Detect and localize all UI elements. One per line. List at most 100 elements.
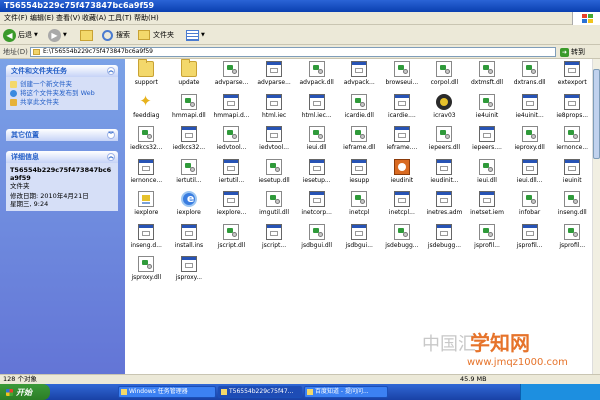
- file-item[interactable]: inetres.adm: [423, 189, 466, 222]
- file-item[interactable]: advparse...: [210, 59, 253, 92]
- file-item[interactable]: jsprofil...: [551, 222, 594, 255]
- file-item[interactable]: jscript...: [253, 222, 296, 255]
- file-item[interactable]: icardie....: [381, 92, 424, 125]
- file-item[interactable]: dxtmsft.dll: [466, 59, 509, 92]
- file-item[interactable]: iedkcs32...: [168, 124, 211, 157]
- address-input[interactable]: E:\T56554b229c75f473847bc6a9f59: [30, 47, 556, 57]
- menu-favorites[interactable]: 收藏(A): [82, 13, 106, 24]
- expand-icon[interactable]: ︾: [107, 131, 115, 139]
- task-publish-web[interactable]: 将这个文件夹发布到 Web: [10, 89, 114, 97]
- file-item[interactable]: imgutil.dll: [253, 189, 296, 222]
- taskbar-baidu-zhidao[interactable]: 百度知道 - 提问问...: [304, 386, 388, 398]
- exe-icon: [436, 223, 453, 240]
- menu-edit[interactable]: 编辑(E): [30, 13, 54, 24]
- file-item[interactable]: inseng.dll: [551, 189, 594, 222]
- details-header[interactable]: 详细信息 ︽: [6, 151, 118, 163]
- file-item[interactable]: ieudinit...: [423, 157, 466, 190]
- menu-file[interactable]: 文件(F): [4, 13, 28, 24]
- go-button[interactable]: ➜ 转到: [560, 47, 585, 57]
- file-item[interactable]: install.ins: [168, 222, 211, 255]
- file-item[interactable]: ieproxy.dll: [508, 124, 551, 157]
- file-item[interactable]: iertutil...: [210, 157, 253, 190]
- forward-button[interactable]: ▶ ▼: [48, 27, 67, 43]
- file-item[interactable]: advpack.dll: [295, 59, 338, 92]
- file-item[interactable]: ieuinit: [551, 157, 594, 190]
- file-item[interactable]: browseui...: [381, 59, 424, 92]
- file-item[interactable]: advparse...: [253, 59, 296, 92]
- collapse-icon[interactable]: ︽: [107, 67, 115, 75]
- file-item[interactable]: html.iec: [253, 92, 296, 125]
- file-item[interactable]: ieframe.dll: [338, 124, 381, 157]
- start-button[interactable]: 开始: [0, 384, 50, 400]
- file-item[interactable]: ie8props...: [551, 92, 594, 125]
- file-item[interactable]: jsproxy...: [168, 254, 211, 287]
- file-item[interactable]: infobar: [508, 189, 551, 222]
- file-item[interactable]: hmmapi.dll: [168, 92, 211, 125]
- file-item[interactable]: iepeers....: [466, 124, 509, 157]
- file-item[interactable]: jsdbgui.dll: [295, 222, 338, 255]
- file-item[interactable]: ieframe....: [381, 124, 424, 157]
- back-button[interactable]: ◀ 后退 ▼: [3, 27, 38, 43]
- collapse-icon[interactable]: ︽: [107, 153, 115, 161]
- file-item[interactable]: iertutil...: [168, 157, 211, 190]
- file-item[interactable]: iexplore: [168, 189, 211, 222]
- file-item[interactable]: extexport: [551, 59, 594, 92]
- file-item[interactable]: iedkcs32...: [125, 124, 168, 157]
- file-item[interactable]: icrav03: [423, 92, 466, 125]
- file-item[interactable]: inetcorp...: [295, 189, 338, 222]
- file-item[interactable]: inseng.d...: [125, 222, 168, 255]
- file-item[interactable]: iernonce...: [125, 157, 168, 190]
- task-new-folder[interactable]: 创建一个新文件夹: [10, 80, 114, 88]
- file-item[interactable]: inetcpl: [338, 189, 381, 222]
- file-item[interactable]: support: [125, 59, 168, 92]
- file-item[interactable]: feeddiag: [125, 92, 168, 125]
- file-item[interactable]: iesetup...: [295, 157, 338, 190]
- file-item[interactable]: iedvtool...: [253, 124, 296, 157]
- file-item[interactable]: advpack...: [338, 59, 381, 92]
- file-item[interactable]: ie4uinit...: [508, 92, 551, 125]
- file-tasks-header[interactable]: 文件和文件夹任务 ︽: [6, 65, 118, 77]
- folders-button[interactable]: 文件夹: [138, 27, 174, 43]
- file-item[interactable]: html.iec...: [295, 92, 338, 125]
- file-item[interactable]: ieui.dll: [466, 157, 509, 190]
- file-item[interactable]: dxtrans.dll: [508, 59, 551, 92]
- file-item[interactable]: iesetup.dll: [253, 157, 296, 190]
- menu-tools[interactable]: 工具(T): [108, 13, 132, 24]
- file-item[interactable]: jsprofil...: [466, 222, 509, 255]
- file-item[interactable]: icardie.dll: [338, 92, 381, 125]
- window-title-bar[interactable]: T56554b229c75f473847bc6a9f59: [0, 0, 600, 12]
- file-item[interactable]: jsprofil...: [508, 222, 551, 255]
- taskbar-explorer-window[interactable]: T56554b229c75f47...: [218, 386, 302, 398]
- file-name: inseng.d...: [130, 241, 162, 249]
- file-item[interactable]: iernonce...: [551, 124, 594, 157]
- other-places-header[interactable]: 其它位置 ︾: [6, 129, 118, 141]
- taskbar-task-manager[interactable]: Windows 任务管理器: [118, 386, 216, 398]
- task-share-folder[interactable]: 共享此文件夹: [10, 98, 114, 106]
- menu-help[interactable]: 帮助(H): [134, 13, 159, 24]
- file-item[interactable]: corpol.dll: [423, 59, 466, 92]
- file-item[interactable]: ieudinit: [381, 157, 424, 190]
- scroll-thumb[interactable]: [593, 69, 600, 159]
- file-item[interactable]: iexplore...: [210, 189, 253, 222]
- file-item[interactable]: jsdbgui...: [338, 222, 381, 255]
- file-item[interactable]: ie4uinit: [466, 92, 509, 125]
- up-folder-button[interactable]: [80, 27, 93, 43]
- dll-icon: [223, 61, 240, 77]
- file-item[interactable]: jscript.dll: [210, 222, 253, 255]
- menu-view[interactable]: 查看(V): [56, 13, 80, 24]
- file-item[interactable]: iedvtool...: [210, 124, 253, 157]
- views-button[interactable]: ▼: [186, 27, 205, 43]
- file-item[interactable]: iesupp: [338, 157, 381, 190]
- file-item[interactable]: jsproxy.dll: [125, 254, 168, 287]
- file-item[interactable]: inetset.iem: [466, 189, 509, 222]
- file-item[interactable]: ieui.dll: [295, 124, 338, 157]
- search-button[interactable]: 搜索: [102, 27, 130, 43]
- file-item[interactable]: jsdebugg...: [423, 222, 466, 255]
- file-item[interactable]: hmmapi.d...: [210, 92, 253, 125]
- file-item[interactable]: jsdebugg...: [381, 222, 424, 255]
- file-item[interactable]: update: [168, 59, 211, 92]
- file-item[interactable]: iexplore: [125, 189, 168, 222]
- file-item[interactable]: iepeers.dll: [423, 124, 466, 157]
- file-item[interactable]: ieui.dll...: [508, 157, 551, 190]
- file-item[interactable]: inetcpl...: [381, 189, 424, 222]
